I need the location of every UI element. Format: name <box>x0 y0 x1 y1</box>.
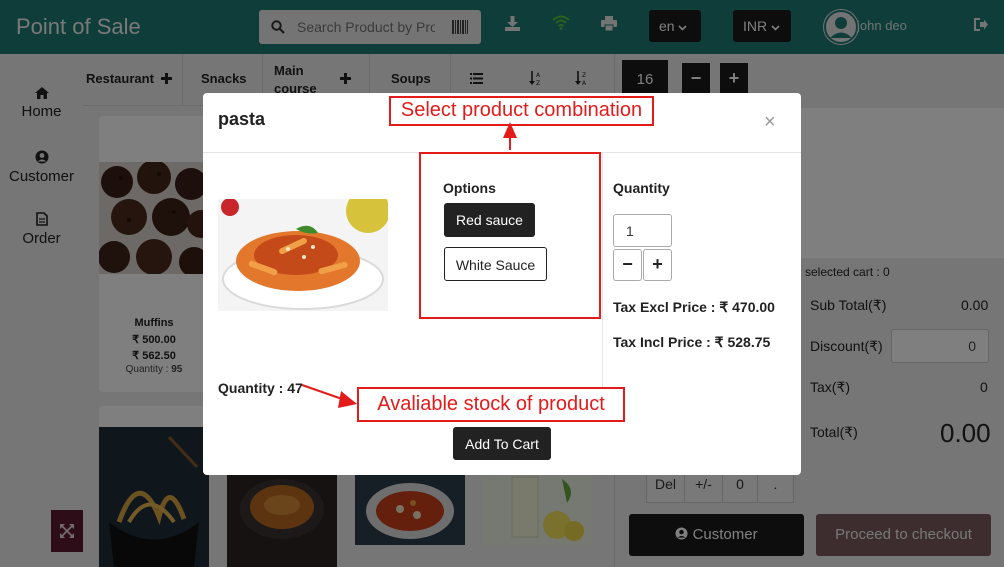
annotation-arrows <box>301 122 517 408</box>
arrow-right-line <box>301 384 346 401</box>
arrow-up-icon <box>503 122 517 138</box>
arrow-right-icon <box>338 391 357 408</box>
